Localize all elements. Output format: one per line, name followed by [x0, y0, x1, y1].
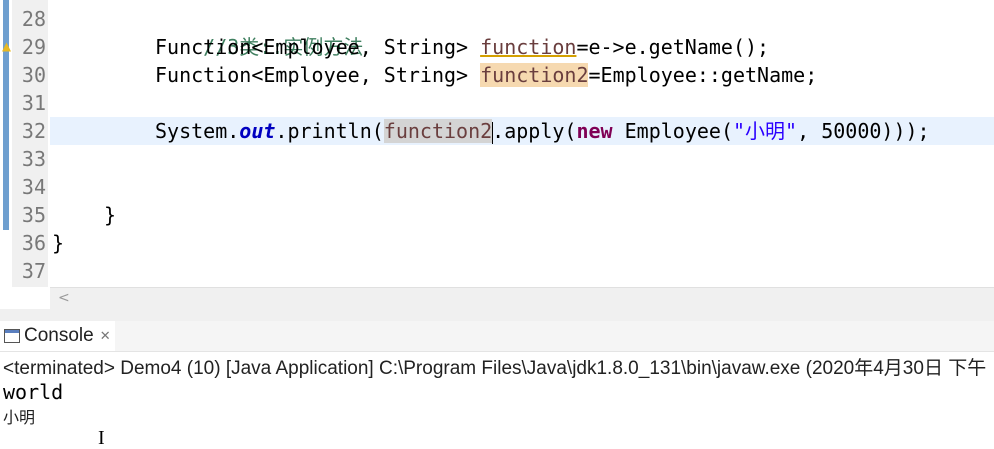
line-number: 36	[21, 231, 46, 255]
scroll-left-icon[interactable]: <	[58, 290, 70, 306]
console-status-line: <terminated> Demo4 (10) [Java Applicatio…	[3, 358, 987, 379]
line-number: 32	[21, 119, 46, 143]
panel-separator	[0, 309, 994, 321]
line-number: 30	[21, 63, 46, 87]
console-tab-bar: Console ✕	[0, 321, 994, 352]
line-number: 35	[21, 203, 46, 227]
line-number: 37	[21, 259, 46, 283]
field-out: out	[239, 119, 276, 143]
line-number: 29	[21, 35, 46, 59]
line-number-gutter: 28 29 30 31 32 33 34 35 36 37	[12, 0, 48, 287]
code-line-28: //3类::实例方法	[155, 5, 363, 59]
code-text: Function<Employee, String>	[155, 35, 481, 59]
code-text: Employee(	[612, 119, 734, 143]
line-number: 28	[21, 7, 46, 31]
output-line: world	[3, 380, 64, 404]
variable-function2-declaration: function2	[480, 63, 589, 87]
code-text: , 50000)));	[797, 119, 930, 143]
line-number: 34	[21, 175, 46, 199]
code-text: .apply(	[492, 119, 577, 143]
output-line: 小明	[3, 408, 36, 427]
line-number: 33	[21, 147, 46, 171]
closing-brace: }	[104, 203, 117, 227]
close-icon[interactable]: ✕	[100, 328, 111, 344]
console-icon	[4, 329, 20, 343]
tab-console[interactable]: Console ✕	[0, 321, 115, 351]
code-text: =e->e.getName();	[576, 35, 770, 59]
code-text: =Employee::getName;	[588, 63, 818, 87]
string-literal: "小明"	[733, 119, 798, 143]
change-marker	[3, 0, 9, 230]
line-number: 31	[21, 91, 46, 115]
horizontal-scrollbar[interactable]: <	[50, 287, 994, 310]
code-line-35: }	[104, 201, 116, 229]
code-line-29: Function<Employee, String> function=e->e…	[155, 33, 769, 61]
code-text: .println(	[275, 119, 384, 143]
code-editor[interactable]: 28 29 30 31 32 33 34 35 36 37 //3类::实例方法…	[0, 0, 994, 287]
code-line-32: System.out.println(function2.apply(new E…	[155, 117, 930, 145]
code-line-30: Function<Employee, String> function2=Emp…	[155, 61, 817, 89]
warning-icon[interactable]	[2, 42, 11, 52]
variable-function: function	[480, 35, 577, 59]
keyword-new: new	[576, 119, 613, 143]
code-text: Function<Employee, String>	[155, 63, 481, 87]
mouse-cursor-icon: I	[98, 427, 105, 449]
closing-brace: }	[52, 231, 65, 255]
code-line-36: }	[52, 229, 64, 257]
tab-label: Console	[24, 325, 94, 346]
console-output[interactable]: world 小明	[3, 379, 63, 431]
variable-function2-usage: function2	[383, 119, 493, 143]
code-text: System.	[155, 119, 240, 143]
